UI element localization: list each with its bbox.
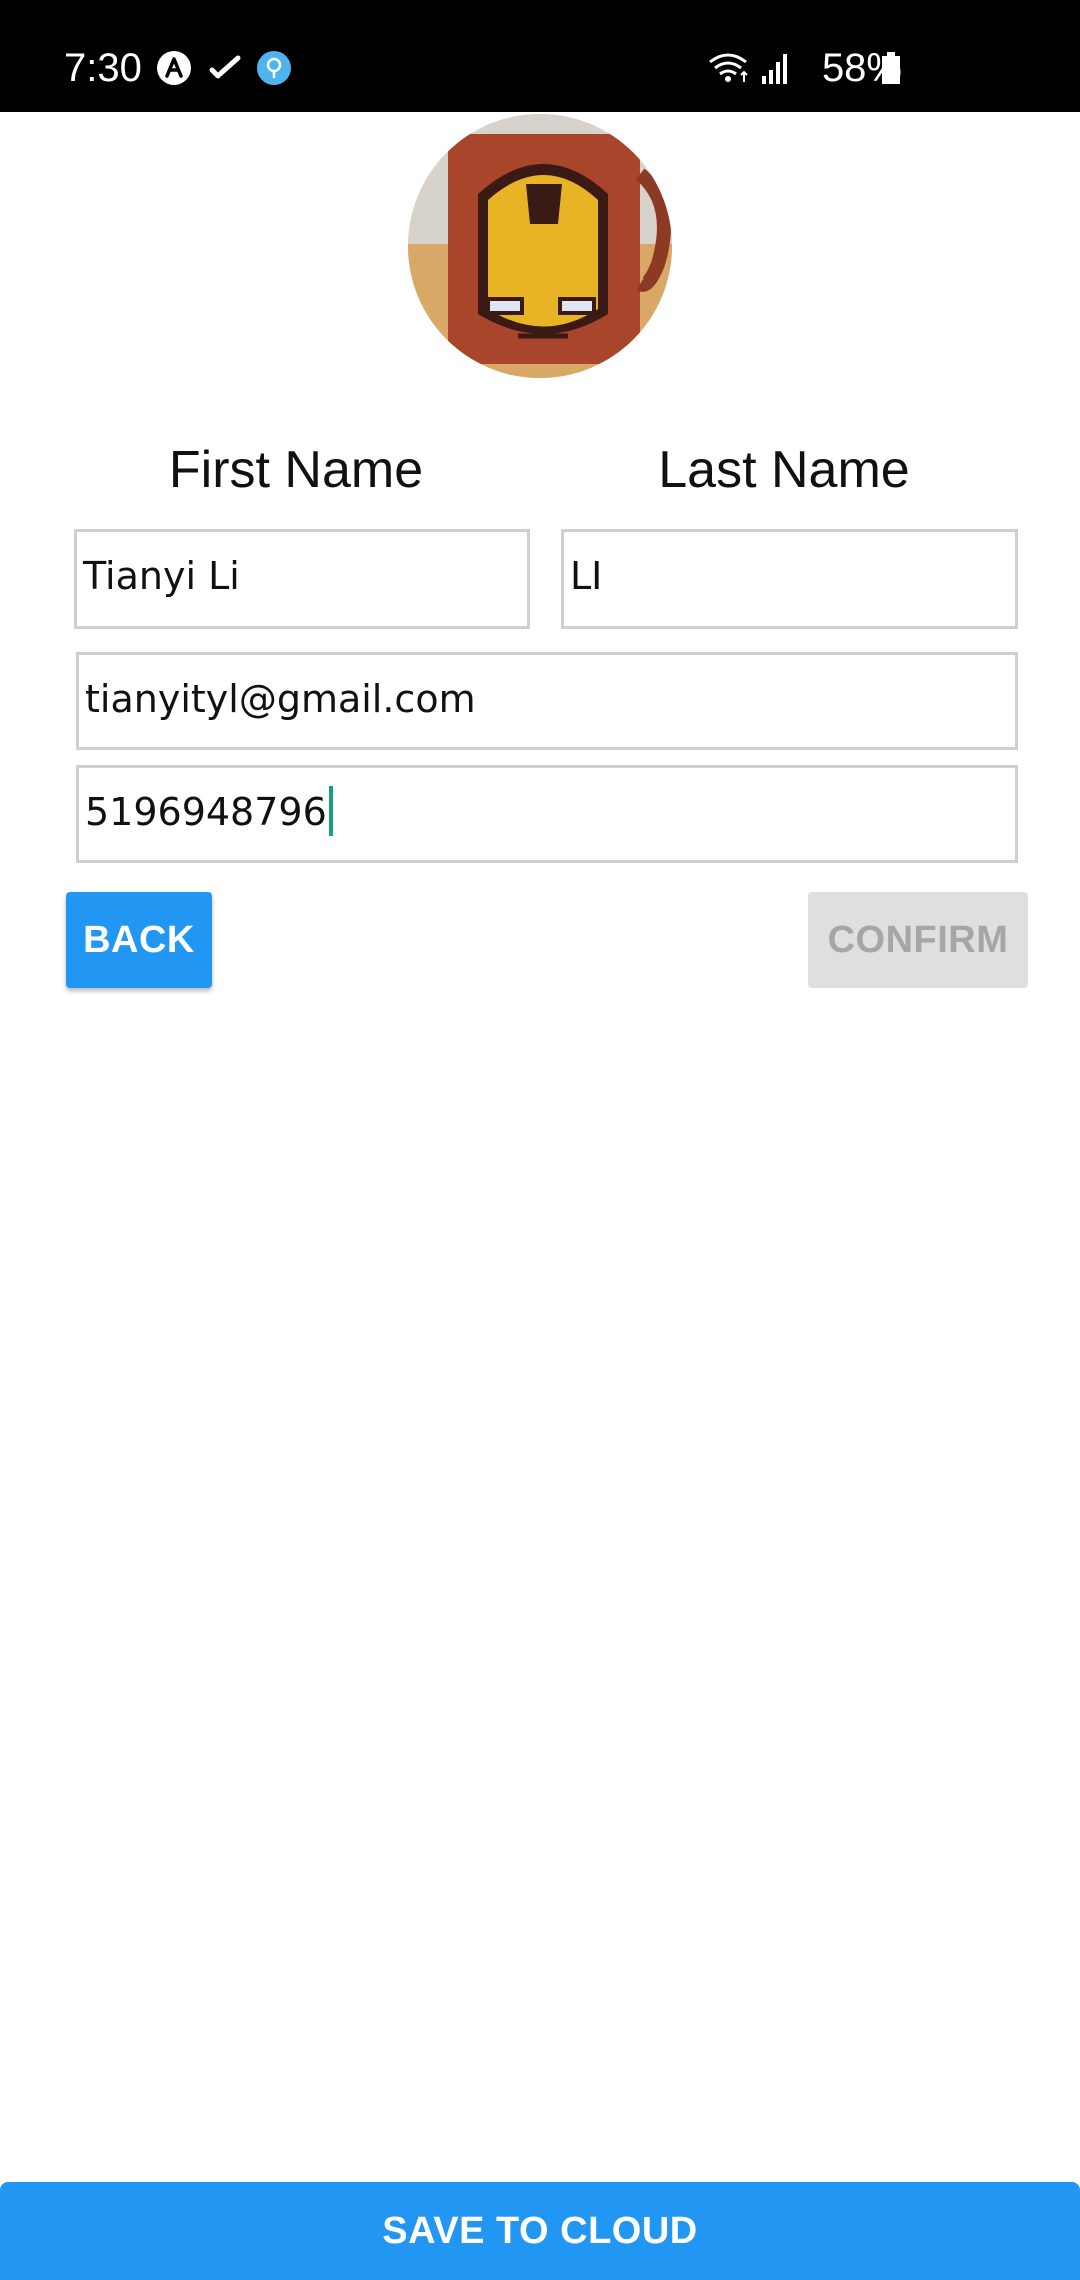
avatar-photo-icon [408,114,672,378]
location-pin-icon [257,51,291,85]
wifi-icon [709,53,748,82]
first-name-value: Tianyi Li [83,554,240,598]
signal-icon [762,54,787,84]
first-name-label: First Name [168,441,424,499]
confirm-button[interactable]: CONFIRM [808,892,1028,988]
status-bar: 7:30 58% [0,0,1080,112]
phone-value: 5196948796 [85,790,327,834]
text-cursor [328,786,333,836]
phone-input[interactable]: 5196948796 [76,765,1018,863]
email-value: tianyityl@gmail.com [85,677,476,721]
email-input[interactable]: tianyityl@gmail.com [76,652,1018,750]
back-button[interactable]: BACK [66,892,212,988]
avatar[interactable] [408,114,672,378]
last-name-label: Last Name [658,441,910,499]
check-icon [209,55,241,79]
last-name-input[interactable]: LI [561,529,1018,629]
save-to-cloud-button[interactable]: SAVE TO CLOUD [0,2182,1080,2280]
first-name-input[interactable]: Tianyi Li [74,529,530,629]
battery-icon [882,52,900,84]
app-a-icon [157,51,191,85]
status-time: 7:30 [64,46,142,90]
last-name-value: LI [570,554,603,598]
